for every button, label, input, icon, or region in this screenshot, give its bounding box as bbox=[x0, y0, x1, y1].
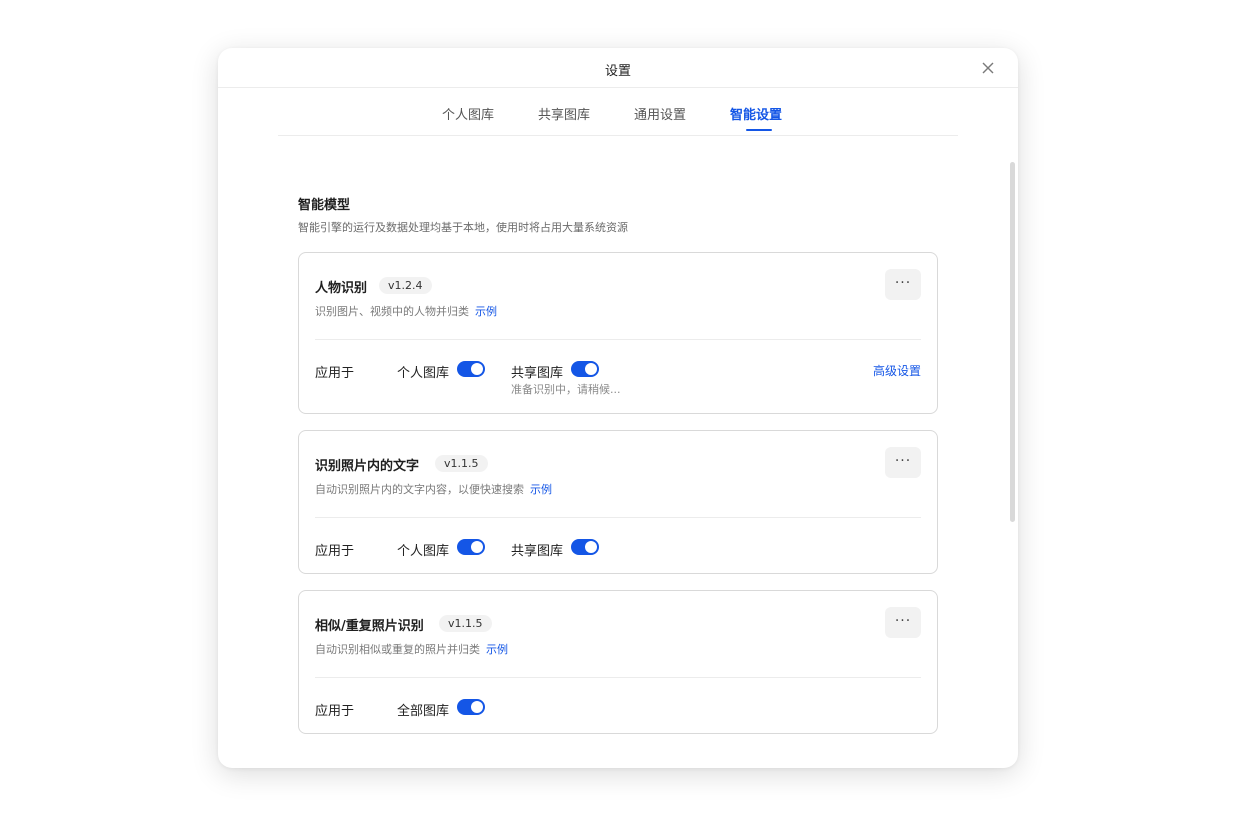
toggle-all-libraries[interactable] bbox=[457, 699, 485, 715]
more-icon: ··· bbox=[894, 275, 912, 291]
apply-to-label: 应用于 bbox=[315, 544, 355, 559]
recognition-status: 准备识别中，请稍候... bbox=[511, 383, 621, 396]
section-description: 智能引擎的运行及数据处理均基于本地，使用时将占用大量系统资源 bbox=[298, 221, 628, 234]
more-options-button[interactable]: ··· bbox=[885, 269, 921, 300]
toggle-personal-library[interactable] bbox=[457, 539, 485, 555]
section-title: 智能模型 bbox=[298, 198, 351, 213]
model-description: 自动识别相似或重复的照片并归类 示例 bbox=[315, 641, 508, 657]
model-description-text: 自动识别相似或重复的照片并归类 bbox=[315, 643, 480, 656]
card-divider bbox=[315, 339, 921, 340]
library-label-shared: 共享图库 bbox=[511, 366, 564, 381]
tab-smart-settings[interactable]: 智能设置 bbox=[730, 104, 782, 123]
active-tab-indicator bbox=[746, 129, 772, 131]
dialog-title: 设置 bbox=[604, 64, 631, 79]
version-badge: v1.1.5 bbox=[435, 455, 488, 472]
toggle-knob bbox=[471, 701, 483, 713]
more-options-button[interactable]: ··· bbox=[885, 607, 921, 638]
library-label-personal: 个人图库 bbox=[397, 544, 450, 559]
model-name: 识别照片内的文字 bbox=[315, 459, 420, 474]
close-button[interactable] bbox=[980, 60, 996, 76]
close-icon bbox=[982, 62, 994, 74]
model-card-duplicate-recognition: 相似/重复照片识别 v1.1.5 自动识别相似或重复的照片并归类 示例 ··· 应… bbox=[298, 590, 938, 734]
library-label-all: 全部图库 bbox=[397, 704, 450, 719]
toggle-shared-library[interactable] bbox=[571, 361, 599, 377]
example-link[interactable]: 示例 bbox=[530, 483, 552, 496]
library-label-personal: 个人图库 bbox=[397, 366, 450, 381]
dialog-header: 设置 bbox=[218, 48, 1018, 88]
example-link[interactable]: 示例 bbox=[475, 305, 497, 318]
toggle-knob bbox=[471, 541, 483, 553]
model-description-text: 自动识别照片内的文字内容，以便快速搜索 bbox=[315, 483, 524, 496]
tab-bar: 个人图库 共享图库 通用设置 智能设置 bbox=[278, 88, 958, 136]
card-divider bbox=[315, 517, 921, 518]
settings-dialog: 设置 个人图库 共享图库 通用设置 智能设置 智能模型 智能引擎的运行及数据处理… bbox=[218, 48, 1018, 768]
more-icon: ··· bbox=[894, 453, 912, 469]
model-card-text-recognition: 识别照片内的文字 v1.1.5 自动识别照片内的文字内容，以便快速搜索 示例 ··… bbox=[298, 430, 938, 574]
model-name: 相似/重复照片识别 bbox=[315, 619, 424, 634]
apply-to-label: 应用于 bbox=[315, 366, 355, 381]
tab-personal-library[interactable]: 个人图库 bbox=[442, 104, 494, 123]
tab-general-settings[interactable]: 通用设置 bbox=[634, 104, 686, 123]
example-link[interactable]: 示例 bbox=[486, 643, 508, 656]
toggle-personal-library[interactable] bbox=[457, 361, 485, 377]
toggle-knob bbox=[471, 363, 483, 375]
model-card-person-recognition: 人物识别 v1.2.4 识别图片、视频中的人物并归类 示例 ··· 应用于 个人图… bbox=[298, 252, 938, 414]
toggle-knob bbox=[585, 541, 597, 553]
more-icon: ··· bbox=[894, 613, 912, 629]
model-name: 人物识别 bbox=[315, 281, 368, 296]
tab-shared-library[interactable]: 共享图库 bbox=[538, 104, 590, 123]
toggle-shared-library[interactable] bbox=[571, 539, 599, 555]
scrollbar[interactable] bbox=[1010, 162, 1015, 522]
apply-to-label: 应用于 bbox=[315, 704, 355, 719]
more-options-button[interactable]: ··· bbox=[885, 447, 921, 478]
model-description-text: 识别图片、视频中的人物并归类 bbox=[315, 305, 469, 318]
version-badge: v1.1.5 bbox=[439, 615, 492, 632]
model-description: 自动识别照片内的文字内容，以便快速搜索 示例 bbox=[315, 481, 552, 497]
card-divider bbox=[315, 677, 921, 678]
advanced-settings-link[interactable]: 高级设置 bbox=[873, 362, 921, 379]
model-description: 识别图片、视频中的人物并归类 示例 bbox=[315, 303, 497, 319]
version-badge: v1.2.4 bbox=[379, 277, 432, 294]
toggle-knob bbox=[585, 363, 597, 375]
library-label-shared: 共享图库 bbox=[511, 544, 564, 559]
